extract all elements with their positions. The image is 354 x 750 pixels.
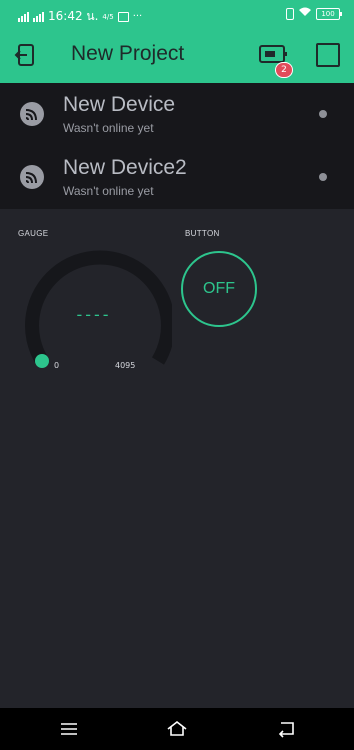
device-item[interactable]: New Device Wasn't online yet [0, 83, 354, 146]
gauge-max: 4095 [115, 361, 136, 370]
gauge-label: GAUGE [18, 229, 49, 238]
signal-icon [18, 11, 29, 22]
esp-chip-icon [20, 102, 44, 126]
home-icon [167, 720, 187, 736]
exit-project-button[interactable] [14, 42, 40, 68]
gauge-value: ---- [76, 305, 112, 324]
battery-level: 100 [321, 9, 335, 18]
esp-chip-icon [20, 165, 44, 189]
device-name: New Device2 [63, 156, 187, 179]
battery-icon: 100 [316, 7, 342, 20]
gauge-handle [35, 354, 49, 368]
menu-icon [61, 723, 77, 735]
signal-icon-2 [33, 11, 44, 22]
device-status: Wasn't online yet [63, 121, 154, 135]
home-button[interactable] [166, 718, 188, 740]
exit-icon [14, 44, 34, 66]
toggle-button[interactable]: OFF [181, 251, 257, 327]
navigation-bar [0, 708, 354, 750]
back-icon [278, 722, 294, 738]
status-dot [319, 110, 327, 118]
network-speed: 4/5 [102, 12, 114, 21]
devices-badge: 2 [275, 62, 293, 78]
vibrate-icon [286, 7, 294, 20]
back-button[interactable] [275, 718, 297, 740]
device-item[interactable]: New Device2 Wasn't online yet [0, 146, 354, 209]
device-status: Wasn't online yet [63, 184, 154, 198]
status-bar: 16:42 น. 4/5 ··· 100 [0, 0, 354, 28]
device-name: New Device [63, 93, 176, 116]
gauge-widget[interactable]: ---- 0 4095 [16, 241, 172, 381]
page-title: New Project [71, 42, 185, 65]
wifi-icon [299, 7, 311, 20]
menu-button[interactable] [58, 718, 80, 740]
stop-button[interactable] [316, 43, 340, 67]
app-bar: New Project 2 [0, 28, 354, 83]
device-list: New Device Wasn't online yet New Device2… [0, 83, 354, 209]
image-notification-icon [117, 11, 129, 22]
status-time: 16:42 น. [48, 9, 99, 23]
more-notifications-icon: ··· [132, 11, 143, 22]
button-label: BUTTON [185, 229, 220, 238]
gauge-min: 0 [54, 361, 60, 370]
status-dot [319, 173, 327, 181]
